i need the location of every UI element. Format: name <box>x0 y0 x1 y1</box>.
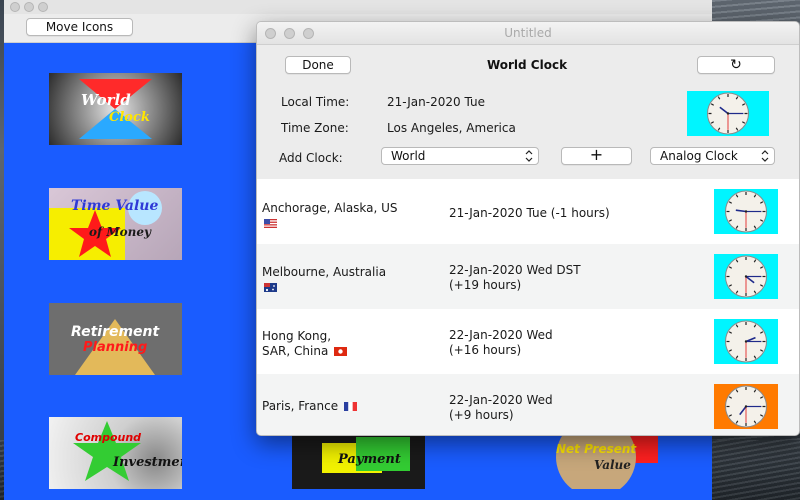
chevron-updown-icon <box>525 148 533 164</box>
offset-line: (+19 hours) <box>449 278 522 292</box>
date-line: 22-Jan-2020 Wed <box>449 393 553 407</box>
world-clock-window: Untitled Done World Clock ↻ Local Time: … <box>256 21 800 436</box>
clock-style-select[interactable]: Analog Clock <box>650 147 775 165</box>
analog-clock <box>714 319 778 364</box>
npv-icon-text-1: Net Present <box>556 442 637 456</box>
analog-clock <box>714 254 778 299</box>
compound-icon-text-2: Investment <box>112 455 182 470</box>
city-name: Anchorage, Alaska, US <box>262 201 398 231</box>
clock-row-hong-kong[interactable]: Hong Kong, SAR, China 22-Jan-2020 Wed (+… <box>257 309 799 374</box>
city-name-line: Paris, France <box>262 399 339 413</box>
region-select-value: World <box>391 149 426 163</box>
move-icons-button[interactable]: Move Icons <box>26 18 133 36</box>
clock-row-anchorage[interactable]: Anchorage, Alaska, US 21-Jan-2020 Tue (-… <box>257 179 799 244</box>
add-clock-label: Add Clock: <box>279 151 343 165</box>
date-time-text: 21-Jan-2020 Tue (-1 hours) <box>449 206 610 221</box>
minimize-icon[interactable] <box>24 2 34 12</box>
world-clock-icon-text-1: World <box>81 91 131 109</box>
au-flag-icon <box>264 283 277 292</box>
panel-title: World Clock <box>486 58 568 72</box>
done-button[interactable]: Done <box>285 56 351 74</box>
date-time-text: 22-Jan-2020 Wed (+9 hours) <box>449 393 553 423</box>
zoom-icon[interactable] <box>38 2 48 12</box>
region-select[interactable]: World <box>381 147 539 165</box>
clock-row-melbourne[interactable]: Melbourne, Australia 22-Jan-2020 Wed DST… <box>257 244 799 309</box>
date-line: 22-Jan-2020 Wed DST <box>449 263 581 277</box>
city-name-line: Melbourne, Australia <box>262 265 387 279</box>
clock-list: Anchorage, Alaska, US 21-Jan-2020 Tue (-… <box>257 179 799 435</box>
analog-clock <box>714 384 778 429</box>
world-clock-app-icon[interactable]: World Clock <box>49 73 182 145</box>
clock-row-paris[interactable]: Paris, France 22-Jan-2020 Wed (+9 hours) <box>257 374 799 435</box>
window-title: Untitled <box>504 26 552 40</box>
retirement-planning-app-icon[interactable]: Retirement Planning <box>49 303 182 375</box>
refresh-button[interactable]: ↻ <box>697 56 775 74</box>
date-time-text: 22-Jan-2020 Wed (+16 hours) <box>449 328 553 358</box>
time-value-icon-text-2: of Money <box>89 225 152 239</box>
city-name-line: Anchorage, Alaska, US <box>262 201 398 215</box>
city-name: Hong Kong, SAR, China <box>262 329 348 359</box>
fr-flag-icon <box>343 402 357 411</box>
window-titlebar[interactable]: Untitled <box>257 22 799 45</box>
close-icon[interactable] <box>10 2 20 12</box>
retirement-icon-text-2: Planning <box>83 340 147 355</box>
time-zone-label: Time Zone: <box>281 121 349 135</box>
launcher-titlebar <box>4 0 712 15</box>
local-time-label: Local Time: <box>281 95 350 109</box>
chevron-updown-icon <box>761 148 769 164</box>
clock-style-select-value: Analog Clock <box>660 149 738 163</box>
city-name: Paris, France <box>262 399 357 414</box>
local-time-value: 21-Jan-2020 Tue <box>387 95 485 109</box>
analog-clock <box>714 189 778 234</box>
date-line: 21-Jan-2020 Tue (-1 hours) <box>449 206 610 220</box>
date-time-text: 22-Jan-2020 Wed DST (+19 hours) <box>449 263 581 293</box>
date-line: 22-Jan-2020 Wed <box>449 328 553 342</box>
city-name-line: SAR, China <box>262 344 329 358</box>
time-value-money-app-icon[interactable]: Time Value of Money <box>49 188 182 260</box>
refresh-icon: ↻ <box>730 57 742 73</box>
hk-flag-icon <box>334 347 348 356</box>
city-name-line: Hong Kong, <box>262 329 332 343</box>
time-value-icon-text-1: Time Value <box>71 198 158 214</box>
add-clock-button[interactable]: + <box>561 147 632 165</box>
city-name: Melbourne, Australia <box>262 265 386 295</box>
offset-line: (+16 hours) <box>449 343 522 357</box>
retirement-icon-text-1: Retirement <box>71 324 161 340</box>
world-clock-icon-text-2: Clock <box>109 110 150 125</box>
local-analog-clock <box>687 91 769 136</box>
compound-investment-app-icon[interactable]: Compound Investment <box>49 417 182 489</box>
npv-icon-text-2: Value <box>594 458 631 472</box>
offset-line: (+9 hours) <box>449 408 514 422</box>
payment-icon-text-2: Payment <box>337 452 401 467</box>
compound-icon-text-1: Compound <box>75 431 141 444</box>
us-flag-icon <box>264 219 277 228</box>
time-zone-value: Los Angeles, America <box>387 121 516 135</box>
